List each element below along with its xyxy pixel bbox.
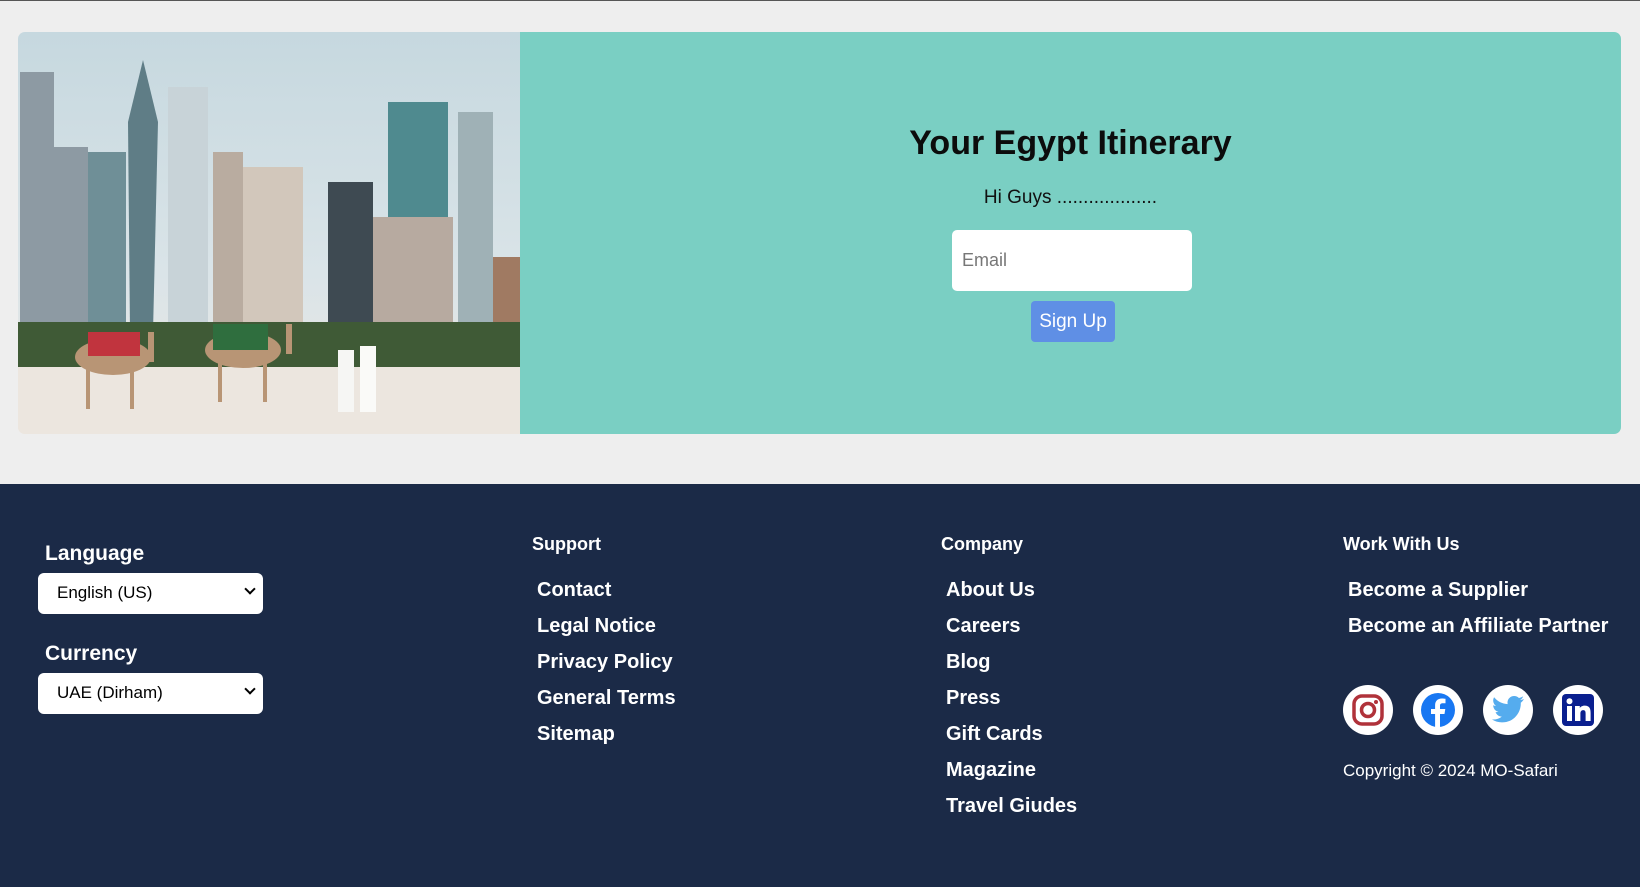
company-column: Company About Us Careers Blog Press Gift…: [941, 534, 1077, 831]
email-input[interactable]: [952, 230, 1192, 291]
twitter-icon[interactable]: [1483, 685, 1533, 735]
facebook-icon[interactable]: [1413, 685, 1463, 735]
support-heading: Support: [532, 534, 601, 554]
currency-select-value: UAE (Dirham): [57, 683, 163, 702]
work-heading: Work With Us: [1343, 534, 1460, 554]
footer-link-gift-cards[interactable]: Gift Cards: [946, 723, 1077, 759]
footer-link-legal-notice[interactable]: Legal Notice: [537, 615, 676, 651]
site-footer: Language English (US) Currency UAE (Dirh…: [0, 484, 1640, 887]
footer-link-careers[interactable]: Careers: [946, 615, 1077, 651]
footer-link-blog[interactable]: Blog: [946, 651, 1077, 687]
footer-link-magazine[interactable]: Magazine: [946, 759, 1077, 795]
newsletter-banner: Your Egypt Itinerary Hi Guys ...........…: [18, 32, 1621, 434]
currency-select[interactable]: UAE (Dirham): [38, 673, 263, 714]
chevron-down-icon: [244, 583, 256, 595]
signup-button[interactable]: Sign Up: [1031, 301, 1115, 342]
newsletter-subtitle: Hi Guys ...................: [983, 187, 1158, 208]
chevron-down-icon: [244, 683, 256, 695]
work-with-us-column: Work With Us Become a Supplier Become an…: [1343, 534, 1608, 651]
language-select-value: English (US): [57, 583, 153, 602]
footer-link-sitemap[interactable]: Sitemap: [537, 723, 676, 759]
top-border: [0, 0, 1640, 1]
language-label: Language: [45, 542, 145, 565]
linkedin-icon[interactable]: [1553, 685, 1603, 735]
social-links: [1343, 685, 1623, 735]
newsletter-title: Your Egypt Itinerary: [909, 124, 1232, 162]
footer-link-general-terms[interactable]: General Terms: [537, 687, 676, 723]
footer-link-about-us[interactable]: About Us: [946, 579, 1077, 615]
footer-link-become-supplier[interactable]: Become a Supplier: [1348, 579, 1608, 615]
support-column: Support Contact Legal Notice Privacy Pol…: [532, 534, 676, 759]
instagram-icon[interactable]: [1343, 685, 1393, 735]
footer-link-privacy-policy[interactable]: Privacy Policy: [537, 651, 676, 687]
signup-panel: Your Egypt Itinerary Hi Guys ...........…: [520, 32, 1621, 434]
footer-link-become-affiliate[interactable]: Become an Affiliate Partner: [1348, 615, 1608, 651]
company-heading: Company: [941, 534, 1024, 554]
currency-label: Currency: [45, 642, 138, 665]
footer-link-contact[interactable]: Contact: [537, 579, 676, 615]
footer-link-press[interactable]: Press: [946, 687, 1077, 723]
language-select[interactable]: English (US): [38, 573, 263, 614]
footer-link-travel-guides[interactable]: Travel Giudes: [946, 795, 1077, 831]
copyright-text: Copyright © 2024 MO-Safari: [1343, 761, 1558, 780]
hero-image-dubai-camels: [18, 32, 520, 434]
